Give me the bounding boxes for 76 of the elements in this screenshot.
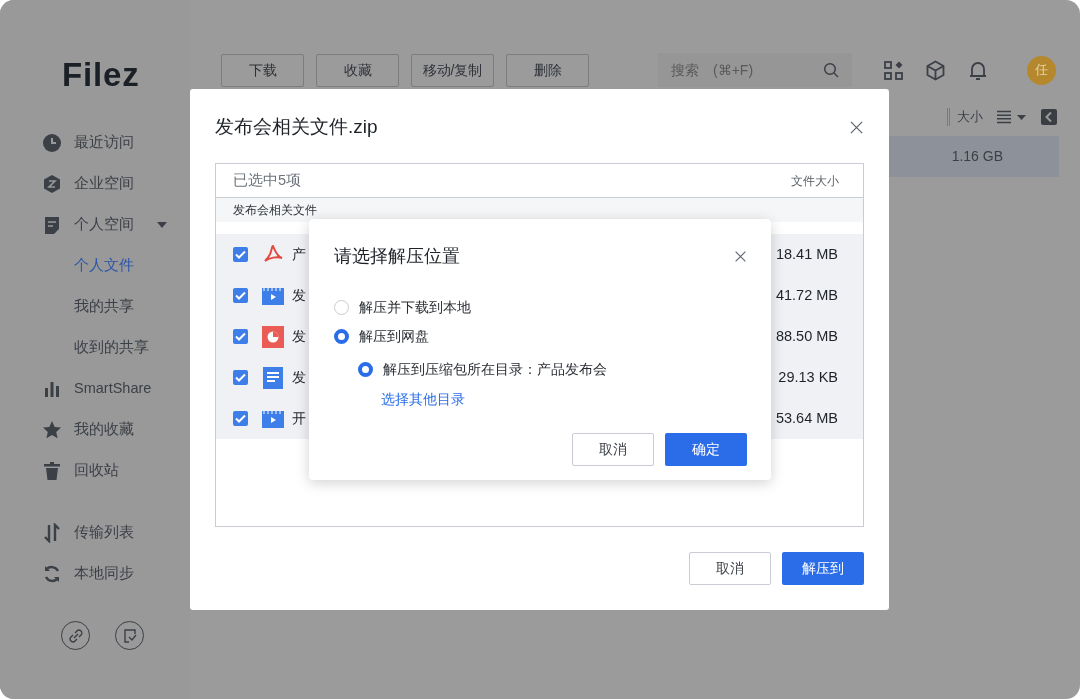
sync-icon bbox=[42, 563, 62, 584]
check-icon bbox=[235, 373, 246, 382]
confirm-button[interactable]: 确定 bbox=[665, 433, 747, 466]
checkbox[interactable] bbox=[233, 411, 248, 426]
transfer-icon bbox=[42, 522, 62, 543]
cube-icon[interactable] bbox=[925, 59, 946, 81]
nav-item[interactable]: 企业空间 bbox=[74, 172, 134, 195]
toolbar-button[interactable]: 移动/复制 bbox=[411, 53, 494, 87]
file-size: 18.41 MB bbox=[775, 244, 838, 264]
check-icon bbox=[235, 332, 246, 341]
folder-name: 发布会相关文件 bbox=[233, 202, 317, 219]
cancel-button[interactable]: 取消 bbox=[689, 552, 771, 585]
toolbar-button[interactable]: 下载 bbox=[221, 53, 304, 87]
close-icon[interactable] bbox=[849, 119, 864, 135]
collapse-icon[interactable] bbox=[1041, 109, 1057, 125]
file-size: 41.72 MB bbox=[775, 285, 838, 305]
nav-item[interactable]: 回收站 bbox=[74, 459, 119, 482]
check-icon bbox=[235, 250, 246, 259]
clock-icon bbox=[42, 132, 62, 153]
checkbox[interactable] bbox=[233, 247, 248, 262]
list-view-icon[interactable] bbox=[997, 110, 1027, 124]
bell-icon[interactable] bbox=[968, 59, 988, 81]
file-size: 88.50 MB bbox=[775, 326, 838, 346]
apps-icon[interactable] bbox=[884, 60, 903, 80]
close-icon[interactable] bbox=[734, 249, 747, 263]
file-name: 发 bbox=[292, 368, 306, 387]
link-icon bbox=[68, 628, 83, 643]
user-avatar[interactable]: 任 bbox=[1027, 55, 1056, 85]
cancel-button[interactable]: 取消 bbox=[572, 433, 654, 466]
search-icon bbox=[823, 62, 839, 78]
slides-icon bbox=[261, 324, 285, 349]
check-icon bbox=[235, 414, 246, 423]
document-icon bbox=[261, 365, 285, 390]
radio-button[interactable] bbox=[358, 362, 373, 377]
trash-icon bbox=[42, 460, 62, 481]
file-name: 开 bbox=[292, 409, 306, 428]
dialog-title: 请选择解压位置 bbox=[334, 244, 460, 268]
check-icon bbox=[235, 291, 246, 300]
toolbar-button[interactable]: 删除 bbox=[506, 53, 589, 87]
radio-button[interactable] bbox=[334, 300, 349, 315]
selection-count: 已选中5项 bbox=[233, 170, 302, 190]
option-label[interactable]: 解压到压缩包所在目录：产品发布会 bbox=[383, 359, 607, 380]
file-name: 发 bbox=[292, 327, 306, 346]
nav-item[interactable]: 个人文件 bbox=[74, 254, 134, 277]
nav-item[interactable]: 个人空间 bbox=[74, 213, 134, 236]
caret-icon[interactable] bbox=[156, 220, 168, 229]
nav-item[interactable]: 我的共享 bbox=[74, 295, 134, 318]
nav-item[interactable]: 我的收藏 bbox=[74, 418, 134, 441]
nav-item[interactable]: 收到的共享 bbox=[74, 336, 149, 359]
size-text: 1.16 GB bbox=[951, 147, 1003, 166]
checklist-icon bbox=[122, 628, 137, 643]
file-name: 发 bbox=[292, 286, 306, 305]
nav-item[interactable]: 本地同步 bbox=[74, 562, 134, 585]
logo: Filez bbox=[61, 55, 141, 95]
file-size: 53.64 MB bbox=[775, 408, 838, 428]
nav-item[interactable]: 最近访问 bbox=[74, 131, 134, 154]
column-header: 文件大小 bbox=[791, 172, 839, 190]
radio-button[interactable] bbox=[334, 329, 349, 344]
column-header[interactable]: 大小 bbox=[947, 107, 983, 127]
checkbox[interactable] bbox=[233, 370, 248, 385]
file-size: 29.13 KB bbox=[778, 367, 838, 387]
note-icon bbox=[42, 214, 62, 235]
toolbar-button[interactable]: 收藏 bbox=[316, 53, 399, 87]
search-field[interactable]: 搜索 (⌘+F) bbox=[658, 53, 852, 87]
option-label[interactable]: 解压并下载到本地 bbox=[359, 297, 471, 318]
checkbox[interactable] bbox=[233, 288, 248, 303]
option-label[interactable]: 解压到网盘 bbox=[359, 326, 429, 347]
nav-item[interactable]: SmartShare bbox=[74, 377, 152, 400]
checkbox[interactable] bbox=[233, 329, 248, 344]
dialog-title: 发布会相关文件.zip bbox=[215, 114, 378, 139]
star-icon bbox=[42, 419, 62, 440]
choose-directory-link[interactable]: 选择其他目录 bbox=[381, 388, 465, 410]
file-name: 产 bbox=[292, 245, 306, 264]
nav-item[interactable]: 传输列表 bbox=[74, 521, 134, 544]
hexagon-icon bbox=[42, 173, 62, 194]
extract-button[interactable]: 解压到 bbox=[782, 552, 864, 585]
